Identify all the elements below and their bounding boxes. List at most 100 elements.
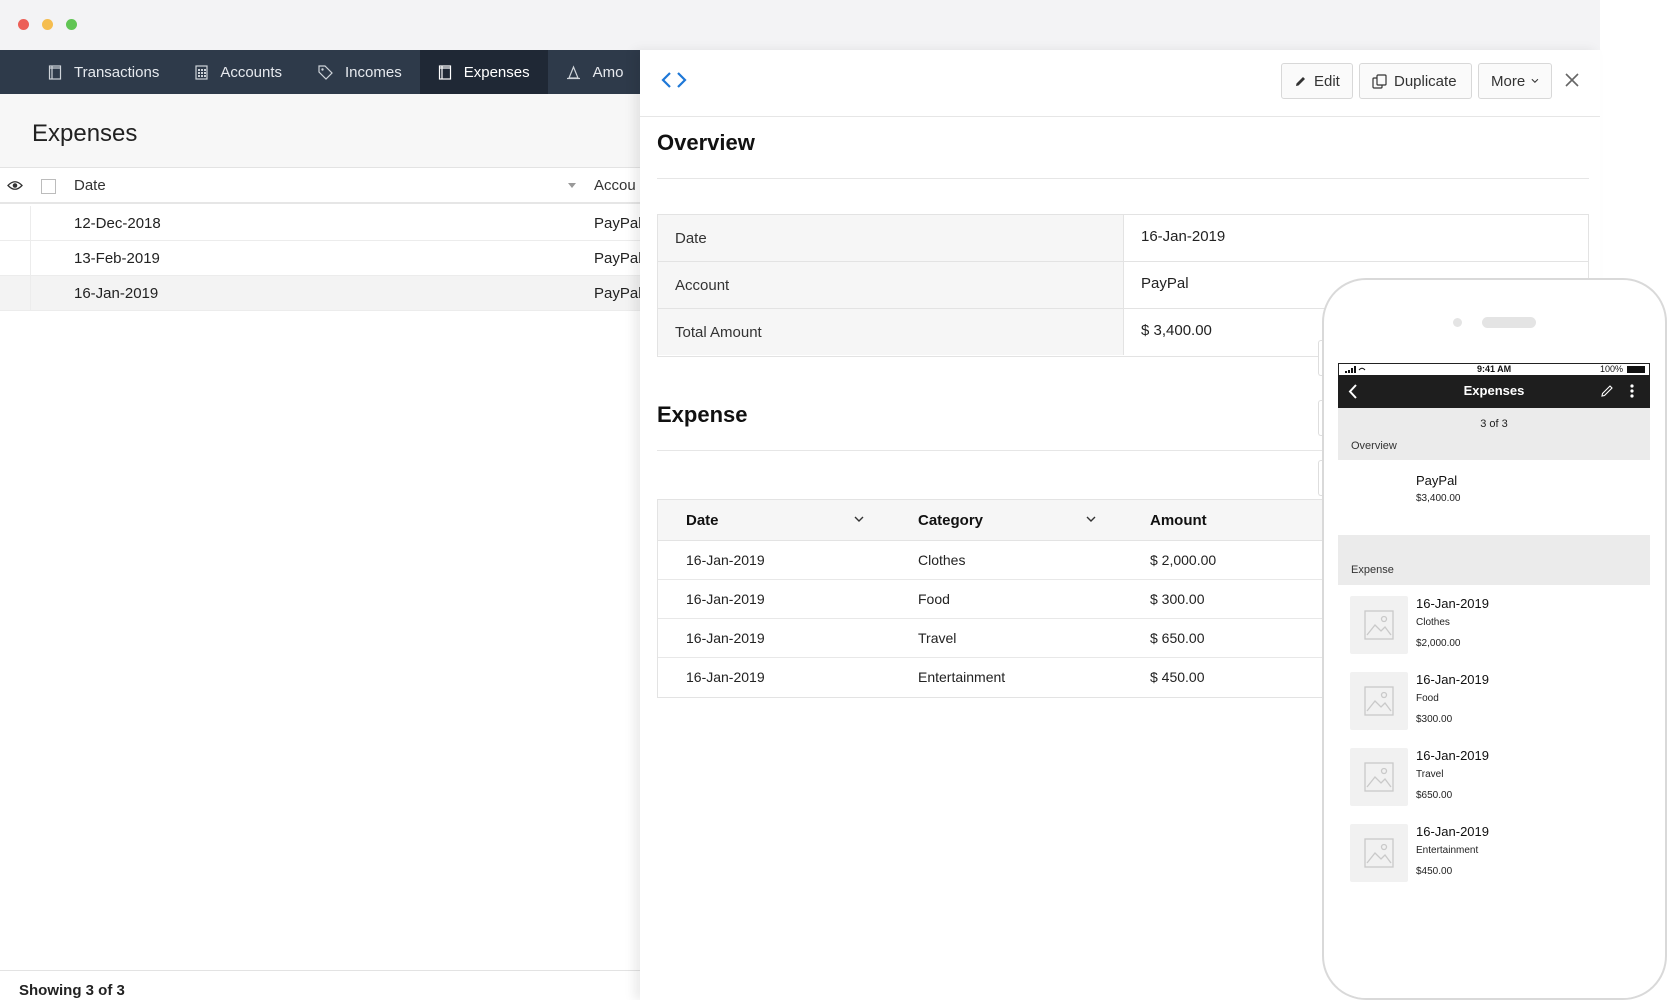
- window-titlebar: [0, 0, 1600, 50]
- list-header: Expenses: [0, 94, 640, 168]
- row-divider: [30, 276, 31, 310]
- row-account: PayPal: [594, 250, 642, 267]
- tab-expenses[interactable]: Expenses: [419, 50, 548, 94]
- expense-table: Date Category Amount 16-Jan-2019 Clothes…: [657, 499, 1357, 698]
- row-account: PayPal: [594, 285, 642, 302]
- row-account: PayPal: [594, 215, 642, 232]
- column-header-date[interactable]: Date: [686, 512, 719, 529]
- table-row[interactable]: 16-Jan-2019 Entertainment $ 450.00: [658, 658, 1356, 697]
- phone-list-item[interactable]: 16-Jan-2019 Food $300.00: [1338, 664, 1650, 740]
- phone-list-item[interactable]: 16-Jan-2019 Entertainment $450.00: [1338, 816, 1650, 892]
- phone-summary-band: [1338, 408, 1650, 460]
- phone-list-item[interactable]: 16-Jan-2019 Travel $650.00: [1338, 740, 1650, 816]
- tab-incomes[interactable]: Incomes: [300, 50, 420, 94]
- phone-account: PayPal: [1416, 473, 1458, 488]
- more-vertical-icon[interactable]: [1630, 384, 1634, 398]
- item-amount: $300.00: [1416, 714, 1453, 725]
- column-header-account[interactable]: Accou: [594, 177, 636, 194]
- window-maximize-button[interactable]: [66, 19, 77, 30]
- table-row[interactable]: 13-Feb-2019 PayPal: [0, 241, 642, 276]
- phone-list-item[interactable]: 16-Jan-2019 Clothes $2,000.00: [1338, 588, 1650, 664]
- item-amount: $450.00: [1416, 866, 1453, 877]
- pencil-icon: [1296, 76, 1305, 86]
- sort-caret-icon[interactable]: [568, 183, 576, 188]
- overview-value: 16-Jan-2019: [1141, 228, 1226, 245]
- overview-heading: Overview: [657, 130, 755, 155]
- overview-value: PayPal: [1141, 275, 1189, 292]
- select-all-checkbox[interactable]: [41, 179, 56, 194]
- cell-amount: $ 450.00: [1150, 669, 1205, 685]
- overview-label: Date: [658, 215, 1124, 261]
- item-category: Entertainment: [1416, 845, 1479, 856]
- edit-button-label: Edit: [1314, 72, 1340, 90]
- image-placeholder-icon: [1350, 824, 1408, 882]
- more-button[interactable]: More: [1478, 63, 1552, 99]
- row-date: 16-Jan-2019: [74, 285, 159, 302]
- tag-icon: [318, 64, 333, 80]
- cell-amount: $ 2,000.00: [1150, 552, 1217, 568]
- pencil-icon[interactable]: [1600, 384, 1614, 398]
- phone-camera: [1453, 318, 1462, 327]
- eye-icon[interactable]: [7, 180, 23, 191]
- item-date: 16-Jan-2019: [1416, 596, 1489, 611]
- receipt-icon: [48, 64, 62, 80]
- window-close-button[interactable]: [18, 19, 29, 30]
- copy-icon: [1372, 73, 1387, 89]
- module-tabs: Transactions Accounts Incomes Expenses A…: [0, 50, 640, 94]
- phone-expense-label: Expense: [1351, 564, 1394, 576]
- duplicate-button[interactable]: Duplicate: [1359, 63, 1472, 99]
- chevron-down-icon: [1531, 78, 1539, 84]
- edit-button[interactable]: Edit: [1281, 63, 1353, 99]
- divider: [657, 178, 1589, 179]
- page-title: Expenses: [32, 120, 138, 147]
- cell-date: 16-Jan-2019: [686, 669, 765, 685]
- item-date: 16-Jan-2019: [1416, 824, 1489, 839]
- receipt-icon: [438, 64, 451, 80]
- column-header-amount[interactable]: Amount: [1150, 512, 1207, 529]
- chevron-down-icon[interactable]: [1086, 516, 1096, 523]
- phone-status-bar: 9:41 AM 100%: [1338, 363, 1650, 375]
- more-button-label: More: [1491, 72, 1526, 90]
- item-date: 16-Jan-2019: [1416, 748, 1489, 763]
- app-window: Transactions Accounts Incomes Expenses A…: [0, 0, 1670, 1000]
- tab-amounts[interactable]: Amo: [548, 50, 640, 94]
- phone-record-count: 3 of 3: [1480, 418, 1508, 430]
- overview-label: Account: [658, 262, 1124, 308]
- image-placeholder-icon: [1350, 672, 1408, 730]
- detail-toolbar: Edit Duplicate More: [640, 50, 1600, 117]
- expense-table-header: Date Category Amount: [658, 500, 1356, 541]
- list-column-header: Date Accou: [0, 168, 640, 204]
- table-row[interactable]: 16-Jan-2019 Food $ 300.00: [658, 580, 1356, 619]
- chevron-down-icon[interactable]: [854, 516, 864, 523]
- tab-transactions[interactable]: Transactions: [0, 50, 177, 94]
- image-placeholder-icon: [1350, 596, 1408, 654]
- close-icon[interactable]: [1564, 72, 1580, 88]
- expenses-list-panel: Transactions Accounts Incomes Expenses A…: [0, 50, 642, 1000]
- overview-row: Date 16-Jan-2019: [658, 215, 1588, 262]
- table-row[interactable]: 12-Dec-2018 PayPal: [0, 206, 642, 241]
- table-row-selected[interactable]: 16-Jan-2019 PayPal: [0, 276, 642, 311]
- cell-category: Clothes: [918, 552, 966, 568]
- column-header-category[interactable]: Category: [918, 512, 983, 529]
- phone-mockup: 9:41 AM 100% Expenses 3 of 3 Overview Pa…: [1322, 278, 1667, 1000]
- cell-category: Travel: [918, 630, 957, 646]
- tab-label: Accounts: [220, 63, 283, 81]
- item-amount: $650.00: [1416, 790, 1453, 801]
- phone-total: $3,400.00: [1416, 493, 1461, 504]
- window-minimize-button[interactable]: [42, 19, 53, 30]
- cell-category: Food: [918, 591, 950, 607]
- row-divider: [30, 206, 31, 240]
- column-header-date[interactable]: Date: [74, 177, 106, 194]
- row-date: 13-Feb-2019: [74, 250, 160, 267]
- item-category: Food: [1416, 693, 1439, 704]
- item-amount: $2,000.00: [1416, 638, 1461, 649]
- phone-speaker: [1482, 317, 1536, 328]
- signal-icon: [1345, 366, 1366, 373]
- code-toggle-icon[interactable]: [660, 70, 688, 90]
- phone-battery-text: 100%: [1599, 364, 1623, 374]
- table-row[interactable]: 16-Jan-2019 Travel $ 650.00: [658, 619, 1356, 658]
- cell-amount: $ 300.00: [1150, 591, 1205, 607]
- table-row[interactable]: 16-Jan-2019 Clothes $ 2,000.00: [658, 541, 1356, 580]
- tab-accounts[interactable]: Accounts: [177, 50, 300, 94]
- battery-icon: [1627, 366, 1645, 373]
